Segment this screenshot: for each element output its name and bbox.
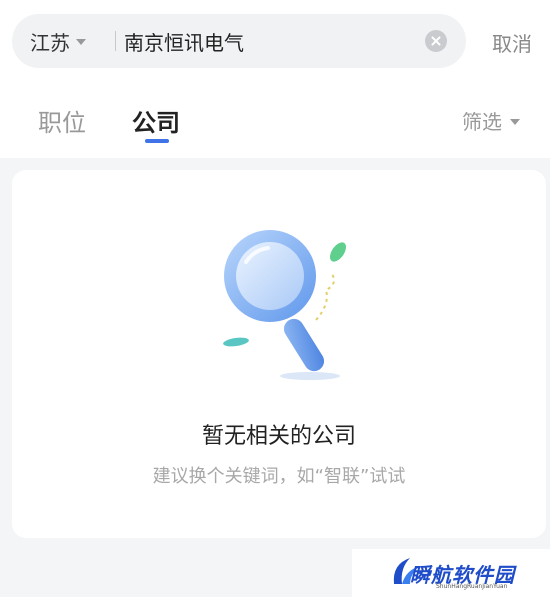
clear-icon[interactable]: [425, 30, 447, 52]
watermark: 瞬航软件园 ShunHangRuanJianYuan: [352, 549, 550, 597]
region-label: 江苏: [30, 30, 70, 55]
magnifier-illustration-icon: [223, 230, 346, 380]
empty-state-title: 暂无相关的公司: [201, 424, 356, 449]
active-tab-indicator: [145, 139, 169, 143]
filter-button[interactable]: 筛选: [462, 106, 520, 135]
watermark-subtext: ShunHangRuanJianYuan: [436, 583, 508, 590]
empty-state-hint: 建议换个关键词，如“智联”试试: [152, 466, 406, 487]
tab-jobs[interactable]: 职位: [38, 103, 86, 138]
region-selector[interactable]: 江苏: [30, 27, 86, 55]
search-input[interactable]: [124, 23, 414, 59]
empty-state-card: 暂无相关的公司 建议换个关键词，如“智联”试试: [12, 170, 546, 538]
tab-company[interactable]: 公司: [132, 103, 180, 138]
search-bar: 江苏: [12, 14, 466, 68]
caret-down-icon: [76, 39, 86, 45]
filter-label: 筛选: [462, 110, 502, 134]
cancel-button[interactable]: 取消: [492, 28, 532, 57]
header: 江苏 取消 职位 公司 筛选: [0, 0, 550, 158]
search-divider: [115, 31, 116, 51]
caret-down-icon: [510, 118, 520, 125]
